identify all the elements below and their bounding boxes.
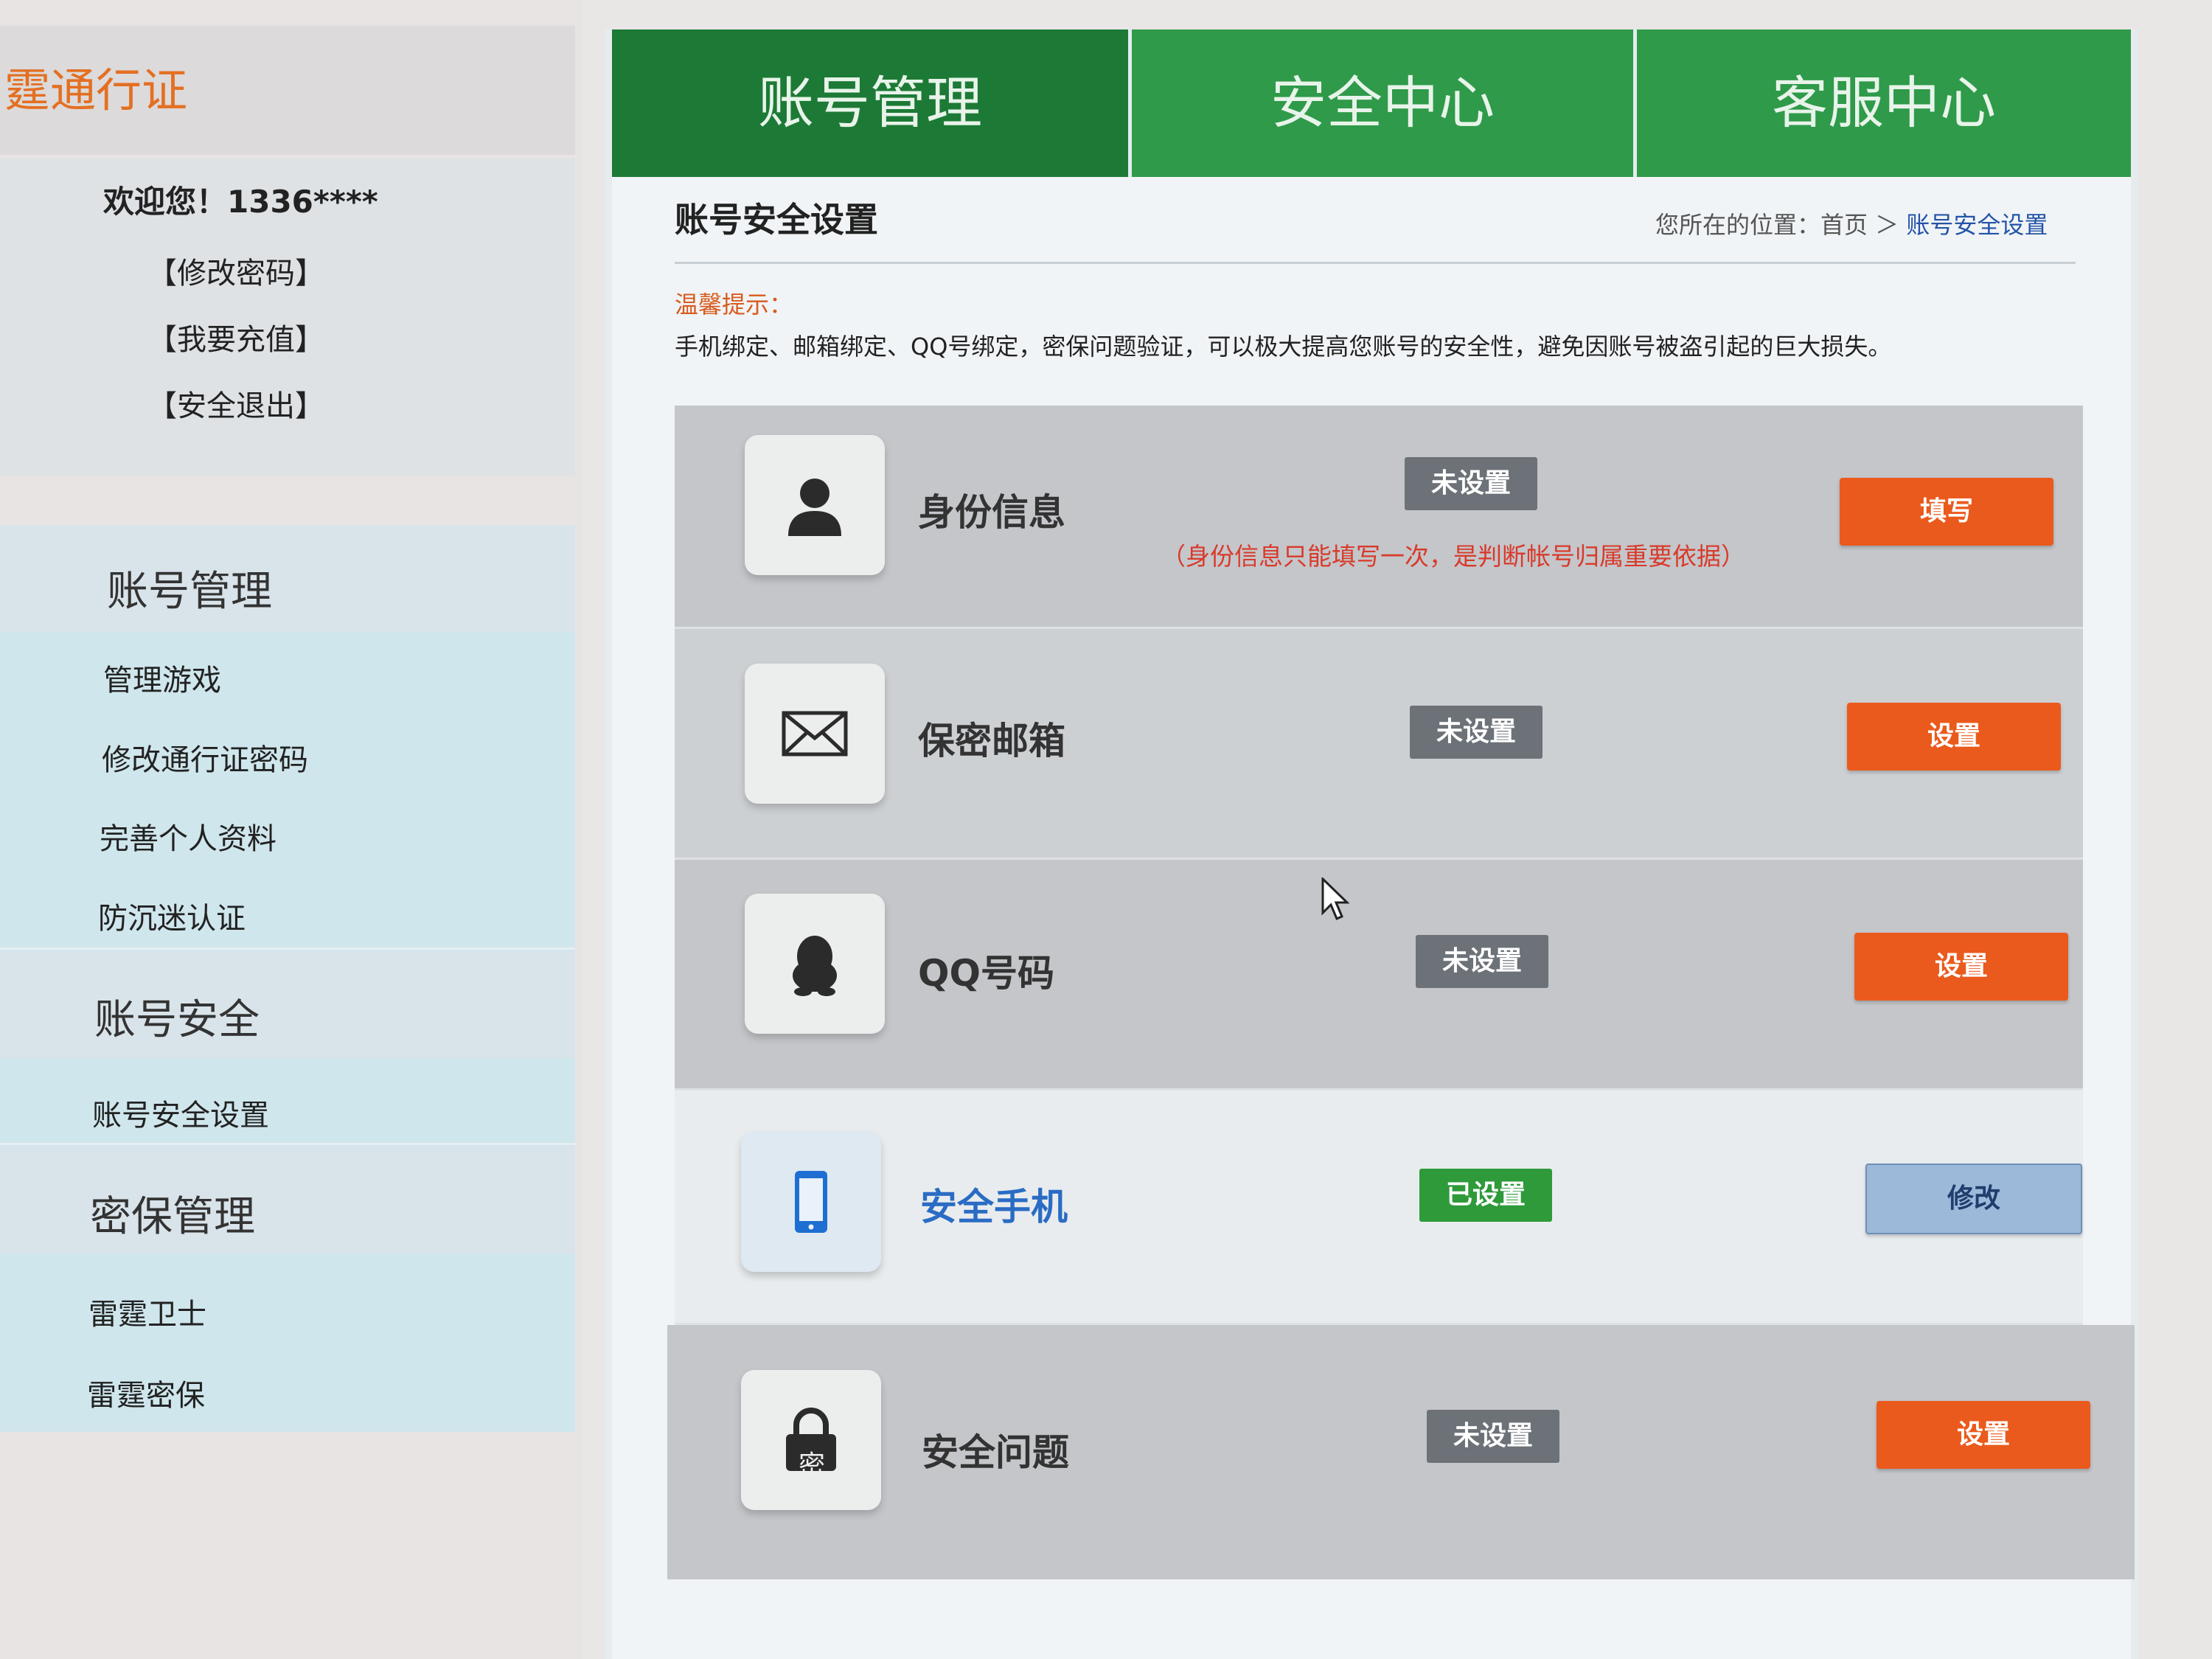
nav-section-protection: 密保管理 bbox=[0, 1147, 575, 1253]
nav-section-security: 账号安全 bbox=[0, 951, 575, 1058]
row-label: 安全手机 bbox=[920, 1186, 1068, 1228]
breadcrumb-current[interactable]: 账号安全设置 bbox=[1906, 211, 2048, 239]
set-qq-button[interactable]: 设置 bbox=[1854, 933, 2068, 1001]
status-badge: 未设置 bbox=[1405, 457, 1537, 510]
fill-identity-button[interactable]: 填写 bbox=[1840, 478, 2053, 546]
row-label: QQ号码 bbox=[918, 952, 1055, 995]
phone-icon bbox=[795, 1171, 827, 1233]
brand-bar: 霆通行证 bbox=[0, 26, 575, 155]
row-label: 保密邮箱 bbox=[918, 720, 1065, 762]
envelope-icon bbox=[782, 711, 848, 757]
welcome-text: 欢迎您！1336**** bbox=[103, 184, 378, 220]
set-question-button[interactable]: 设置 bbox=[1877, 1401, 2090, 1469]
nav-section-account: 账号管理 bbox=[0, 525, 575, 632]
penguin-icon bbox=[793, 936, 837, 996]
person-icon bbox=[788, 479, 841, 536]
recharge-link[interactable]: 【我要充值】 bbox=[147, 316, 324, 358]
breadcrumb-prefix: 您所在的位置：首页 ＞ bbox=[1655, 211, 1907, 239]
sidebar-item-secret-protection[interactable]: 雷霆密保 bbox=[87, 1371, 205, 1414]
breadcrumb: 您所在的位置：首页 ＞ 账号安全设置 bbox=[1655, 206, 2048, 240]
nav-section-title: 账号管理 bbox=[107, 568, 272, 616]
row-label: 安全问题 bbox=[922, 1431, 1069, 1474]
identity-icon-box bbox=[745, 435, 885, 575]
set-email-button[interactable]: 设置 bbox=[1847, 703, 2061, 771]
mouse-cursor-icon bbox=[1321, 877, 1349, 920]
change-password-link[interactable]: 【修改密码】 bbox=[147, 249, 324, 292]
page-title: 账号安全设置 bbox=[675, 200, 878, 240]
tip-title: 温馨提示： bbox=[675, 291, 793, 319]
status-badge: 已设置 bbox=[1419, 1169, 1552, 1222]
email-icon-box bbox=[745, 664, 885, 804]
top-tabs: 账号管理 安全中心 客服中心 bbox=[612, 29, 2131, 177]
status-badge: 未设置 bbox=[1410, 706, 1543, 759]
tab-customer-service[interactable]: 客服中心 bbox=[1637, 29, 2131, 177]
row-label: 身份信息 bbox=[918, 491, 1065, 534]
sidebar-item-guard[interactable]: 雷霆卫士 bbox=[88, 1290, 206, 1333]
qq-icon-box bbox=[745, 894, 885, 1034]
modify-phone-button[interactable]: 修改 bbox=[1865, 1164, 2082, 1234]
divider bbox=[0, 1143, 575, 1145]
sidebar-item-manage-games[interactable]: 管理游戏 bbox=[103, 656, 221, 699]
tab-security-center[interactable]: 安全中心 bbox=[1132, 29, 1633, 177]
nav-section-title: 密保管理 bbox=[90, 1193, 255, 1241]
tab-account-management[interactable]: 账号管理 bbox=[612, 29, 1128, 177]
identity-note: （身份信息只能填写一次，是判断帐号归属重要依据） bbox=[1161, 542, 1745, 571]
nav-section-title: 账号安全 bbox=[94, 996, 260, 1044]
divider bbox=[0, 947, 575, 950]
brand-title: 霆通行证 bbox=[4, 63, 188, 117]
divider bbox=[675, 262, 2076, 264]
sidebar-item-profile[interactable]: 完善个人资料 bbox=[100, 815, 276, 858]
lock-icon-box: 密 bbox=[741, 1370, 881, 1510]
sidebar-item-security-settings[interactable]: 账号安全设置 bbox=[92, 1091, 269, 1134]
logout-link[interactable]: 【安全退出】 bbox=[147, 382, 324, 425]
sidebar-item-anti-addiction[interactable]: 防沉迷认证 bbox=[98, 894, 246, 937]
phone-icon-box bbox=[741, 1132, 881, 1272]
sidebar-item-change-password[interactable]: 修改通行证密码 bbox=[102, 736, 308, 779]
lock-icon-label: 密 bbox=[799, 1450, 826, 1481]
status-badge: 未设置 bbox=[1416, 935, 1548, 988]
tip-text: 手机绑定、邮箱绑定、QQ号绑定，密保问题验证，可以极大提高您账号的安全性，避免因… bbox=[675, 333, 1892, 361]
status-badge: 未设置 bbox=[1427, 1410, 1559, 1463]
